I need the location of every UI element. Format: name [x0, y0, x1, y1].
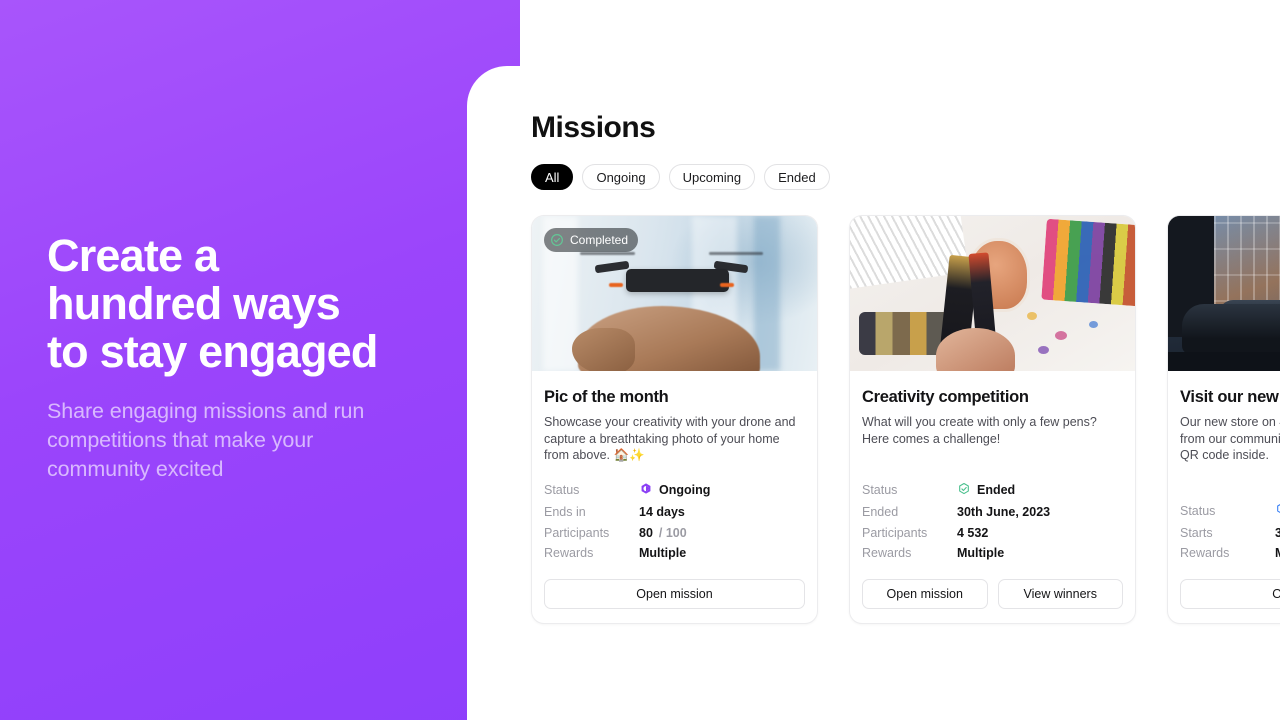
- mission-meta-list: Status Ongoing Ends in 14 days Participa…: [544, 482, 805, 560]
- participants-limit: / 100: [658, 525, 687, 540]
- mission-thumbnail-store: [1168, 216, 1280, 371]
- page-title: Missions: [531, 111, 656, 144]
- hero-panel: Create a hundred ways to stay engaged Sh…: [0, 0, 520, 720]
- mission-card-pic-of-the-month[interactable]: Completed Pic of the month Showcase your…: [531, 215, 818, 624]
- mission-thumbnail-drone: Completed: [532, 216, 817, 371]
- meta-value-ended: 30th June, 2023: [957, 505, 1051, 519]
- missions-panel: Missions All Ongoing Upcoming Ended Comp…: [467, 66, 1280, 720]
- meta-value-participants: 4 532: [957, 525, 989, 540]
- open-mission-button[interactable]: Open mission: [862, 579, 988, 609]
- meta-key-ends-in: Ends in: [544, 505, 586, 519]
- meta-value-ends-in: 14 days: [639, 505, 685, 519]
- mission-meta-list: Status Upcoming Starts: [1180, 502, 1280, 560]
- meta-value-starts: 3rd August, 2023: [1275, 526, 1280, 540]
- app-screenshot: Create a hundred ways to stay engaged Sh…: [0, 0, 1280, 720]
- mission-actions: Open mission: [1180, 579, 1280, 609]
- meta-key-starts: Starts: [1180, 525, 1213, 540]
- meta-value-participants: 80 / 100: [639, 526, 805, 540]
- view-winners-button[interactable]: View winners: [997, 579, 1123, 609]
- meta-key-status: Status: [862, 483, 898, 497]
- open-mission-button[interactable]: Open mission: [1180, 579, 1280, 609]
- mission-title: Visit our new store: [1180, 388, 1280, 406]
- mission-description: What will you create with only a few pen…: [862, 415, 1097, 446]
- meta-value-status: Ended: [957, 482, 1123, 499]
- meta-value-status: Upcoming: [1275, 502, 1280, 519]
- participants-count: 80: [639, 525, 653, 540]
- status-badge-label: Completed: [570, 233, 629, 247]
- mission-thumbnail-art-supplies: [850, 216, 1135, 371]
- meta-value-status-text: Ended: [977, 483, 1016, 497]
- check-circle-icon: [550, 233, 564, 247]
- meta-value-rewards: Multiple: [957, 546, 1005, 560]
- ended-badge-icon: [957, 482, 971, 499]
- missions-card-grid: Completed Pic of the month Showcase your…: [531, 215, 1280, 624]
- mission-title: Pic of the month: [544, 388, 669, 406]
- meta-value-rewards: Multiple: [639, 546, 687, 560]
- mission-card-creativity-competition[interactable]: Creativity competition What will you cre…: [849, 215, 1136, 624]
- open-mission-button[interactable]: Open mission: [544, 579, 805, 609]
- upcoming-badge-icon: [1275, 502, 1280, 519]
- meta-key-status: Status: [1180, 503, 1216, 518]
- filter-chip-ongoing[interactable]: Ongoing: [582, 164, 660, 190]
- mission-title: Creativity competition: [862, 388, 1029, 406]
- filter-chip-all[interactable]: All: [531, 164, 574, 190]
- meta-key-ended: Ended: [862, 505, 899, 519]
- mission-card-visit-our-new-store[interactable]: Visit our new store Our new store on 4th…: [1167, 215, 1280, 624]
- meta-key-rewards: Rewards: [862, 546, 912, 560]
- filter-chip-ended[interactable]: Ended: [764, 164, 830, 190]
- meta-value-status-text: Ongoing: [659, 483, 711, 497]
- mission-actions: Open mission View winners: [862, 579, 1123, 609]
- mission-description: Our new store on 4th Avenue is getting l…: [1180, 415, 1280, 462]
- meta-key-rewards: Rewards: [1180, 546, 1230, 560]
- meta-key-participants: Participants: [862, 525, 928, 540]
- meta-key-participants: Participants: [544, 525, 610, 540]
- hero-title: Create a hundred ways to stay engaged: [47, 230, 378, 377]
- status-badge-completed: Completed: [544, 228, 639, 252]
- meta-value-rewards: Multiple: [1275, 546, 1280, 560]
- mission-meta-list: Status Ended Ended 30th June, 2023 Parti…: [862, 482, 1123, 560]
- meta-key-rewards: Rewards: [544, 546, 594, 560]
- hero-subtitle: Share engaging missions and run competit…: [47, 399, 365, 481]
- meta-key-status: Status: [544, 483, 580, 497]
- meta-value-status: Ongoing: [639, 482, 805, 499]
- mission-description: Showcase your creativity with your drone…: [544, 415, 796, 462]
- mission-actions: Open mission: [544, 579, 805, 609]
- filter-chip-upcoming[interactable]: Upcoming: [668, 164, 756, 190]
- ongoing-badge-icon: [639, 482, 653, 499]
- mission-filter-tabs: All Ongoing Upcoming Ended: [531, 164, 1280, 190]
